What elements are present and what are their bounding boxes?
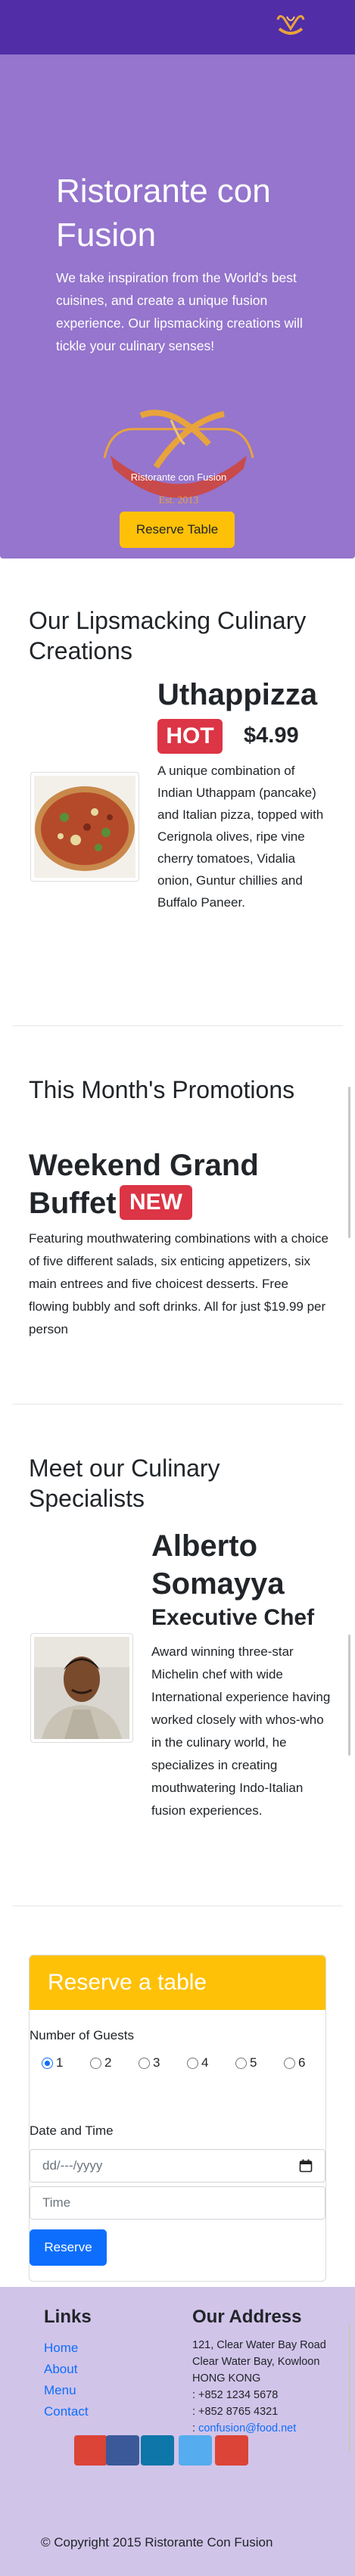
calendar-icon[interactable]: [299, 2159, 313, 2173]
promotion-description: Featuring mouthwatering combinations wit…: [29, 1231, 329, 1336]
new-badge: NEW: [120, 1185, 192, 1220]
reservation-header: Reserve a table: [30, 1955, 325, 2010]
reserve-table-button[interactable]: Reserve Table: [120, 512, 235, 548]
divider: [12, 1025, 343, 1026]
email-line: : confusion@food.net: [192, 2422, 297, 2434]
radio-button[interactable]: [139, 2057, 150, 2069]
guest-option-1[interactable]: 1: [42, 2055, 63, 2070]
hot-badge: HOT: [157, 719, 223, 754]
guest-option-2[interactable]: 2: [90, 2055, 111, 2070]
guests-label: Number of Guests: [30, 2028, 134, 2042]
pizza-image: [34, 776, 135, 878]
brand-title: Ristorante con Fusion: [56, 173, 271, 254]
logo-est: Est. 2013: [159, 495, 199, 506]
promotion-heading: This Month's Promotions: [29, 1076, 295, 1103]
radio-button[interactable]: [284, 2057, 295, 2069]
leader-image: [30, 1633, 133, 1743]
datetime-label: Date and Time: [30, 2123, 114, 2138]
dish-description: A unique combination of Indian Uthappam …: [157, 764, 324, 910]
scrollbar[interactable]: [348, 1087, 350, 1238]
guest-option-3[interactable]: 3: [139, 2055, 160, 2070]
chef-photo: [34, 1637, 129, 1739]
reservation-card: Reserve a table Number of Guests 1 2 3 4…: [29, 1955, 326, 2282]
phone-number: : +852 1234 5678: [192, 2389, 279, 2401]
guest-option-6[interactable]: 6: [284, 2055, 305, 2070]
time-input[interactable]: Time: [30, 2186, 325, 2220]
guests-radio-group: 1 2 3 4 5 6: [42, 2055, 322, 2075]
footer-link-home[interactable]: Home: [44, 2340, 78, 2357]
address-line-2: Clear Water Bay, Kowloon: [192, 2356, 320, 2368]
facebook-icon[interactable]: [106, 2435, 139, 2466]
footer-link-contact[interactable]: Contact: [44, 2403, 89, 2420]
dishes-heading: Our Lipsmacking Culinary Creations: [29, 607, 307, 664]
footer-link-about[interactable]: About: [44, 2361, 77, 2378]
scrollbar[interactable]: [348, 1635, 350, 1756]
brand-tagline: We take inspiration from the World's bes…: [56, 270, 303, 353]
leader-role: Executive Chef: [151, 1605, 315, 1630]
date-input[interactable]: dd/---/yyyy: [30, 2149, 325, 2182]
google-plus-icon[interactable]: [74, 2435, 107, 2466]
copyright-text: © Copyright 2015 Ristorante Con Fusion: [41, 2535, 273, 2550]
footer-links-heading: Links: [44, 2307, 92, 2327]
leader-heading: Meet our Culinary Specialists: [29, 1454, 220, 1512]
dish-price: $4.99: [244, 723, 299, 748]
restaurant-logo-icon[interactable]: [272, 12, 310, 41]
leader-description: Award winning three-star Michelin chef w…: [151, 1644, 331, 1818]
leader-name: Alberto Somayya: [151, 1529, 285, 1601]
radio-button[interactable]: [42, 2057, 53, 2069]
dish-name: Uthappizza: [157, 678, 318, 711]
footer: [0, 2287, 355, 2576]
address-line-1: 121, Clear Water Bay Road: [192, 2339, 326, 2351]
brand-logo-image: Ristorante con Fusion Est. 2013: [103, 409, 254, 506]
divider: [12, 1404, 343, 1405]
jumbotron: Ristorante con Fusion We take inspiratio…: [0, 54, 355, 558]
dish-image: [30, 772, 139, 882]
address-line-3: HONG KONG: [192, 2372, 261, 2385]
reserve-submit-button[interactable]: Reserve: [30, 2229, 107, 2266]
twitter-icon[interactable]: [179, 2435, 212, 2466]
scrollbar[interactable]: [348, 2323, 350, 2452]
radio-button[interactable]: [90, 2057, 101, 2069]
youtube-icon[interactable]: [215, 2435, 248, 2466]
radio-button[interactable]: [187, 2057, 198, 2069]
radio-button[interactable]: [235, 2057, 247, 2069]
email-link[interactable]: confusion@food.net: [198, 2422, 296, 2434]
navbar: [0, 0, 355, 54]
logo-text: Ristorante con Fusion: [131, 471, 226, 483]
footer-link-menu[interactable]: Menu: [44, 2382, 76, 2399]
guest-option-5[interactable]: 5: [235, 2055, 257, 2070]
footer-address-heading: Our Address: [192, 2307, 302, 2327]
linkedin-icon[interactable]: [141, 2435, 174, 2466]
fax-number: : +852 8765 4321: [192, 2406, 279, 2418]
guest-option-4[interactable]: 4: [187, 2055, 208, 2070]
